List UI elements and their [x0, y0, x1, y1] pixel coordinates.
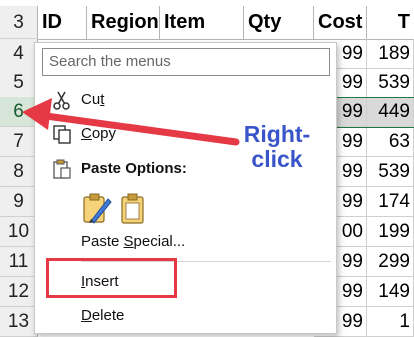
menu-item-cut[interactable]: Cut — [35, 86, 336, 114]
clipboard-icon — [53, 159, 71, 179]
row-number[interactable]: 4 — [0, 39, 38, 69]
menu-item-label: Copy — [81, 125, 117, 142]
right-click-annotation: Right- click — [232, 122, 322, 172]
search-menus-input[interactable]: Search the menus — [42, 48, 330, 76]
row-number[interactable]: 11 — [0, 247, 38, 277]
total-cell[interactable]: 299 — [367, 247, 414, 277]
paste-values-icon[interactable] — [119, 191, 147, 225]
column-header-cost[interactable]: Cost — [314, 6, 367, 39]
total-cell[interactable]: 149 — [367, 277, 414, 307]
column-header-item[interactable]: Item — [160, 6, 244, 39]
annotation-line-2: click — [251, 146, 303, 172]
menu-item-paste-special[interactable]: Paste Special... — [35, 228, 336, 256]
row-number[interactable]: 8 — [0, 157, 38, 187]
total-cell[interactable]: 189 — [367, 39, 414, 69]
row-number[interactable]: 9 — [0, 187, 38, 217]
total-cell[interactable]: 174 — [367, 187, 414, 217]
scissors-icon — [53, 91, 70, 110]
column-header-row: ID Region Item Qty Cost T — [0, 6, 414, 40]
paste-option-buttons — [81, 191, 161, 225]
total-cell[interactable]: 199 — [367, 217, 414, 247]
menu-item-label: Delete — [81, 307, 125, 324]
row-number[interactable]: 5 — [0, 68, 38, 98]
insert-highlight-box — [46, 258, 177, 298]
copy-icon — [53, 125, 71, 144]
total-cell[interactable]: 539 — [367, 68, 414, 98]
row-number[interactable]: 3 — [0, 6, 38, 39]
menu-item-label: Paste Special... — [81, 233, 186, 250]
row-number[interactable]: 13 — [0, 307, 38, 337]
row-number[interactable]: 7 — [0, 127, 38, 157]
paste-options-label: Paste Options: — [81, 160, 187, 177]
menu-item-label: Cut — [81, 91, 105, 108]
column-header-qty[interactable]: Qty — [244, 6, 314, 39]
paste-formatting-icon[interactable] — [81, 191, 113, 225]
row-number[interactable]: 10 — [0, 217, 38, 247]
column-header-id[interactable]: ID — [38, 6, 87, 39]
total-cell[interactable]: 539 — [367, 157, 414, 187]
total-cell[interactable]: 63 — [367, 127, 414, 157]
total-cell[interactable]: 1 — [367, 307, 414, 337]
menu-item-delete[interactable]: Delete — [35, 302, 336, 330]
column-header-total[interactable]: T — [367, 6, 414, 39]
annotation-line-1: Right- — [243, 121, 311, 147]
row-number[interactable]: 12 — [0, 277, 38, 307]
row-number-selected[interactable]: 6 — [0, 97, 38, 127]
column-header-region[interactable]: Region — [87, 6, 160, 39]
